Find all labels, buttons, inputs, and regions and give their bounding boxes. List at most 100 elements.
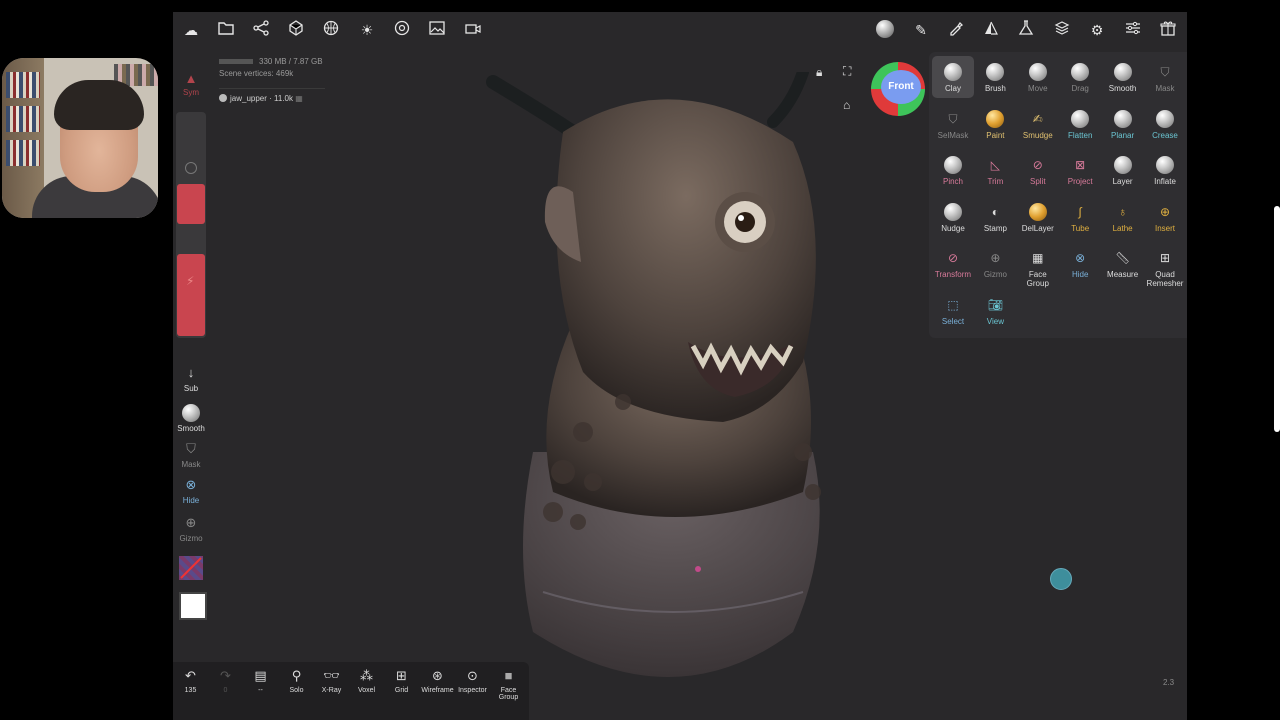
- books: [6, 72, 40, 98]
- stroke-brush-icon[interactable]: ✎: [911, 20, 931, 40]
- tool-lathe[interactable]: ♁ Lathe: [1102, 196, 1144, 238]
- light-icon[interactable]: ☀: [357, 20, 377, 40]
- tool-pinch[interactable]: Pinch: [932, 149, 974, 191]
- tool-face-group[interactable]: ▦ Face Group: [1017, 242, 1059, 288]
- tool-gizmo[interactable]: ⊕ Gizmo: [974, 242, 1016, 284]
- split-icon: ⊘: [1032, 158, 1043, 173]
- radius-fill: [177, 184, 205, 224]
- inspector-label: Inspector: [458, 687, 487, 694]
- tool-tube[interactable]: ∫ Tube: [1059, 196, 1101, 238]
- intensity-slider[interactable]: ⚡: [176, 254, 206, 338]
- tool-clay[interactable]: Clay: [932, 56, 974, 98]
- 3d-viewport[interactable]: [473, 66, 873, 712]
- color-swatch[interactable]: [179, 592, 207, 620]
- tool-measure[interactable]: 📏︎ Measure: [1102, 242, 1144, 284]
- tool-trim[interactable]: ◺ Trim: [974, 149, 1016, 191]
- tool-inflate[interactable]: Inflate: [1144, 149, 1186, 191]
- scene-graph-icon[interactable]: [251, 20, 271, 40]
- scroll-indicator[interactable]: [1274, 206, 1280, 432]
- camera-video-icon[interactable]: [463, 20, 483, 40]
- tool-project[interactable]: ⊠ Project: [1059, 149, 1101, 191]
- xray-button[interactable]: 👓︎ X-Ray: [314, 668, 349, 694]
- inspector-button[interactable]: ⊙ Inspector: [455, 668, 490, 694]
- wireframe-button[interactable]: ⊛ Wireframe: [420, 668, 455, 694]
- tool-label: Drag: [1071, 84, 1089, 93]
- flask-icon[interactable]: [1016, 20, 1036, 40]
- symmetry-toggle[interactable]: ▲ Sym: [177, 70, 205, 106]
- tool-layer[interactable]: Layer: [1102, 149, 1144, 191]
- gizmo-shortcut[interactable]: ⊕ Gizmo: [173, 514, 209, 543]
- brush-icon: [986, 63, 1005, 81]
- tool-preview-sphere-icon[interactable]: [876, 20, 896, 40]
- settings-gear-icon[interactable]: ⚙: [1087, 20, 1107, 40]
- topology-icon[interactable]: [286, 20, 306, 40]
- material-swatch[interactable]: [179, 556, 203, 580]
- paint-icon: [986, 109, 1005, 128]
- home-icon[interactable]: ⌂: [843, 98, 850, 112]
- tool-paint[interactable]: Paint: [974, 103, 1016, 145]
- sliders-icon[interactable]: [1123, 20, 1143, 40]
- grid-button[interactable]: ⊞ Grid: [384, 668, 419, 694]
- smooth-icon: [1113, 63, 1132, 81]
- tool-nudge[interactable]: Nudge: [932, 196, 974, 238]
- hide-shortcut[interactable]: ⊗ Hide: [173, 476, 209, 505]
- tool-planar[interactable]: Planar: [1102, 103, 1144, 145]
- tool-view[interactable]: 📷︎ View: [974, 289, 1016, 331]
- arrow-down-icon: ↓: [187, 365, 195, 380]
- tool-smudge[interactable]: ✍ Smudge: [1017, 103, 1059, 145]
- material-icon[interactable]: [321, 20, 341, 40]
- fullscreen-icon[interactable]: ⛶: [843, 64, 851, 79]
- smooth-shortcut[interactable]: Smooth: [173, 404, 209, 433]
- undo-button[interactable]: ↶ 135: [173, 668, 208, 694]
- tool-split[interactable]: ⊘ Split: [1017, 149, 1059, 191]
- mask-label: Mask: [181, 460, 201, 469]
- undo-count: 135: [184, 687, 197, 694]
- app-menu-icon[interactable]: ☁: [181, 20, 201, 40]
- view-cube-front-face: Front: [881, 70, 921, 104]
- tool-label: Pinch: [942, 177, 963, 187]
- layers-icon[interactable]: [1052, 20, 1072, 40]
- tool-dellayer[interactable]: DelLayer: [1017, 196, 1059, 238]
- voxel-button[interactable]: ⁂ Voxel: [349, 668, 384, 694]
- facegroup-button[interactable]: ■ Face Group: [491, 668, 526, 701]
- radius-slider[interactable]: [176, 120, 206, 228]
- solo-button[interactable]: ⚲ Solo: [279, 668, 314, 694]
- layer-icon: [1113, 156, 1132, 175]
- grid-icon: ⊞: [396, 668, 407, 683]
- tool-smooth[interactable]: Smooth: [1102, 56, 1144, 98]
- view-cube[interactable]: Front: [871, 62, 925, 116]
- tool-label: Inflate: [1154, 177, 1176, 187]
- tool-quad-remesher[interactable]: ⊞ Quad Remesher: [1144, 242, 1186, 288]
- lock-icon[interactable]: 🔒︎: [816, 65, 822, 80]
- tool-insert[interactable]: ⊕ Insert: [1144, 196, 1186, 238]
- tool-move[interactable]: Move: [1017, 56, 1059, 98]
- tool-label: Tube: [1071, 223, 1090, 233]
- tool-stamp[interactable]: ◐ Stamp: [974, 196, 1016, 238]
- tool-label: Lathe: [1112, 223, 1133, 233]
- render-settings-icon[interactable]: [392, 20, 412, 40]
- magnifier-icon: ⚲: [291, 668, 302, 683]
- tool-flatten[interactable]: Flatten: [1059, 103, 1101, 145]
- layer-button[interactable]: ▤ --: [243, 668, 278, 694]
- image-icon[interactable]: [427, 20, 447, 40]
- tool-crease[interactable]: Crease: [1144, 103, 1186, 145]
- subtract-toggle[interactable]: ↓ Sub: [173, 364, 209, 393]
- selected-object-row[interactable]: jaw_upper · 11.0k ▦: [219, 94, 303, 103]
- redo-button[interactable]: ↷ 0: [208, 668, 243, 694]
- tool-hide[interactable]: ⊗ Hide: [1059, 242, 1101, 284]
- symmetry-icon[interactable]: [981, 20, 1001, 40]
- tool-label: Trim: [987, 177, 1004, 187]
- dropper-icon[interactable]: [946, 20, 966, 40]
- tool-brush[interactable]: Brush: [974, 56, 1016, 98]
- tool-transform[interactable]: ⊘ Transform: [932, 242, 974, 284]
- tool-mask[interactable]: ⛉ Mask: [1144, 56, 1186, 98]
- wireframe-label: Wireframe: [421, 687, 454, 694]
- tool-selmask[interactable]: ⛉ SelMask: [932, 103, 974, 145]
- layer-doc-icon: ▤: [254, 668, 267, 683]
- gift-box-icon[interactable]: [1158, 20, 1178, 40]
- tool-select[interactable]: ⬚ Select: [932, 289, 974, 331]
- folder-icon[interactable]: [216, 20, 236, 40]
- transform-icon: ⊘: [947, 251, 959, 266]
- mask-shortcut[interactable]: ⛉ Mask: [173, 440, 209, 469]
- tool-drag[interactable]: Drag: [1059, 56, 1101, 98]
